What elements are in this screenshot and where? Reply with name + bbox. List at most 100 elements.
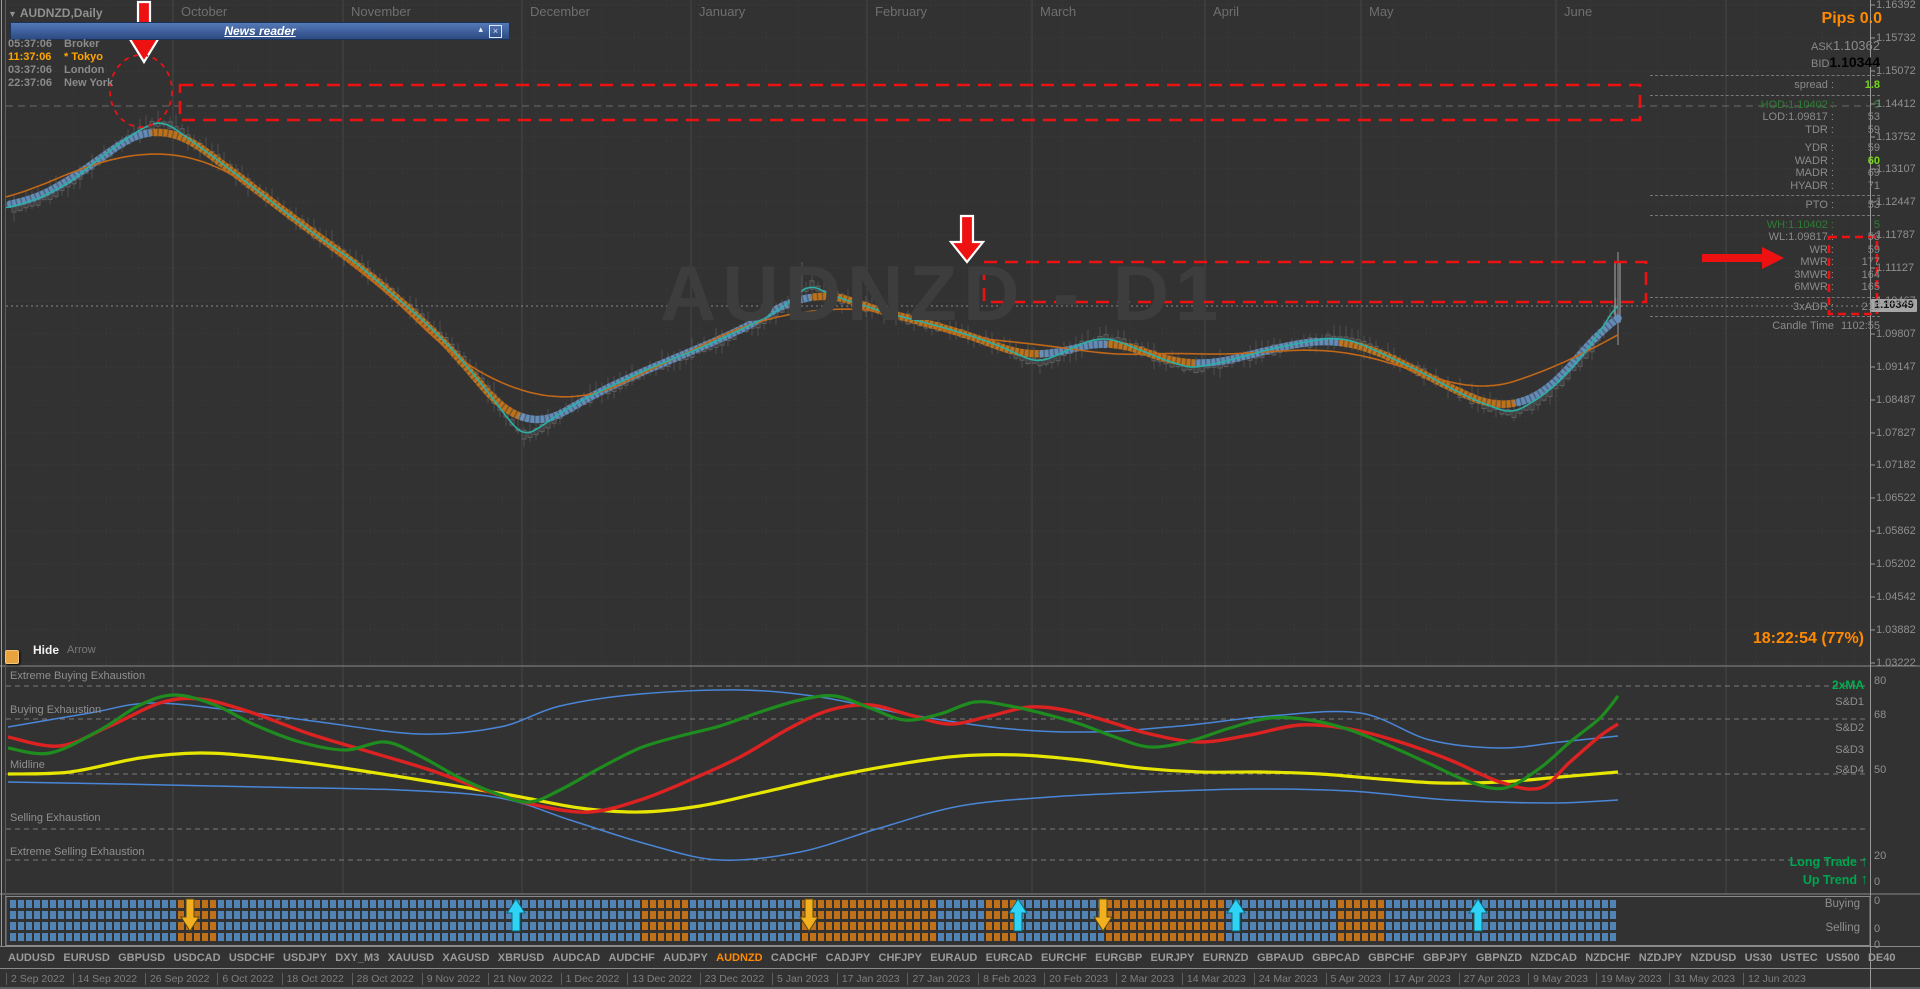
price-tick: 1.06522 xyxy=(1876,492,1916,504)
chevron-down-icon[interactable]: ▼ xyxy=(8,9,17,19)
stat-label: BID xyxy=(1811,58,1830,70)
tab-eurjpy[interactable]: EURJPY xyxy=(1150,952,1194,964)
stat-row-hod110402: HOD:1.10402 : 5 xyxy=(1650,99,1880,112)
date-label: 5 Jan 2023 xyxy=(772,973,829,985)
tab-us30[interactable]: US30 xyxy=(1745,952,1773,964)
stat-label: spread : xyxy=(1794,79,1834,91)
stats-separator xyxy=(1650,296,1880,298)
tab-gbpaud[interactable]: GBPAUD xyxy=(1257,952,1304,964)
stat-row-spread: spread : 1.8 xyxy=(1650,79,1880,92)
tab-xagusd[interactable]: XAGUSD xyxy=(442,952,489,964)
tab-audusd[interactable]: AUDUSD xyxy=(8,952,55,964)
stat-value: 53 xyxy=(1867,231,1880,243)
date-label: 8 Feb 2023 xyxy=(978,973,1036,985)
stat-value: 164 xyxy=(1861,268,1880,281)
osc-level-label: Extreme Selling Exhaustion xyxy=(10,846,145,858)
tab-us500[interactable]: US500 xyxy=(1826,952,1860,964)
clock-time: 11:37:06 xyxy=(8,51,52,63)
tab-nzdusd[interactable]: NZDUSD xyxy=(1690,952,1736,964)
tab-xauusd[interactable]: XAUUSD xyxy=(388,952,434,964)
stat-label: MWR : xyxy=(1800,256,1834,268)
tab-gbpchf[interactable]: GBPCHF xyxy=(1368,952,1414,964)
tab-eurnzd[interactable]: EURNZD xyxy=(1203,952,1249,964)
month-label-october: October xyxy=(181,4,228,19)
price-tick: 1.14412 xyxy=(1876,98,1916,110)
stat-row-wr: WR : 59 xyxy=(1650,244,1880,257)
price-tick: 1.10467 xyxy=(1876,295,1916,307)
tab-eurgbp[interactable]: EURGBP xyxy=(1095,952,1142,964)
date-label: 28 Oct 2022 xyxy=(351,973,414,985)
stat-label: TDR : xyxy=(1805,123,1834,136)
stat-value: 53 xyxy=(1867,199,1880,211)
collapse-icon[interactable]: ▴ xyxy=(478,24,483,35)
osc-level-label: Buying Exhaustion xyxy=(10,704,102,716)
price-tick: 1.05202 xyxy=(1876,558,1916,570)
price-tick: 1.03882 xyxy=(1876,624,1916,636)
month-label-may: May xyxy=(1369,4,1394,19)
stat-row-mwr: MWR : 177 xyxy=(1650,256,1880,269)
tab-gbpnzd[interactable]: GBPNZD xyxy=(1476,952,1522,964)
date-label: 5 Apr 2023 xyxy=(1325,973,1381,985)
stat-row-6mwr: 6MWR : 165 xyxy=(1650,281,1880,294)
clock-city: * Tokyo xyxy=(64,51,103,63)
stat-value: 59 xyxy=(1867,123,1880,136)
tab-cadjpy[interactable]: CADJPY xyxy=(826,952,871,964)
price-tick: 1.11127 xyxy=(1876,262,1915,274)
stat-value: 53 xyxy=(1867,111,1880,123)
tab-eurcad[interactable]: EURCAD xyxy=(986,952,1033,964)
tab-audchf[interactable]: AUDCHF xyxy=(608,952,654,964)
stat-row-candletime: Candle Time 1102:55 xyxy=(1650,320,1880,333)
tab-audjpy[interactable]: AUDJPY xyxy=(663,952,708,964)
hide-button[interactable]: Hide xyxy=(33,643,59,657)
tab-audcad[interactable]: AUDCAD xyxy=(552,952,600,964)
price-tick: 1.13107 xyxy=(1876,163,1916,175)
date-label: 18 Oct 2022 xyxy=(281,973,344,985)
tab-nzdcad[interactable]: NZDCAD xyxy=(1531,952,1577,964)
month-label-december: December xyxy=(530,4,590,19)
close-icon[interactable]: × xyxy=(489,25,502,38)
stats-separator xyxy=(1650,195,1880,196)
tab-gbpjpy[interactable]: GBPJPY xyxy=(1423,952,1468,964)
clock-row: 22:37:06 New York xyxy=(8,77,113,90)
price-tick: 1.16392 xyxy=(1876,0,1916,11)
date-label: 31 May 2023 xyxy=(1669,973,1735,985)
tab-cadchf[interactable]: CADCHF xyxy=(771,952,817,964)
price-tick: 1.04542 xyxy=(1876,591,1916,603)
chart-canvas xyxy=(0,0,1920,989)
tab-usdcad[interactable]: USDCAD xyxy=(173,952,220,964)
tab-nzdchf[interactable]: NZDCHF xyxy=(1585,952,1630,964)
clock-time: 22:37:06 xyxy=(8,77,53,89)
tab-usdjpy[interactable]: USDJPY xyxy=(283,952,327,964)
date-label: 20 Feb 2023 xyxy=(1044,973,1108,985)
news-reader-title[interactable]: News reader xyxy=(224,24,295,38)
tab-ustec[interactable]: USTEC xyxy=(1780,952,1817,964)
price-tick: 1.05862 xyxy=(1876,525,1916,537)
stat-label: YDR : xyxy=(1804,142,1834,154)
stat-row-madr: MADR : 69 xyxy=(1650,167,1881,180)
clock-row: 05:37:06 Broker xyxy=(8,38,113,51)
date-axis: 2 Sep 2022 14 Sep 2022 26 Sep 2022 6 Oct 20… xyxy=(6,971,1806,987)
osc-line-label-sd3: S&D3 xyxy=(1835,744,1864,756)
arrow-toggle-label[interactable]: Arrow xyxy=(67,644,96,656)
price-tick: 1.13752 xyxy=(1876,131,1916,143)
candle-countdown-timer: 18:22:54 (77%) xyxy=(1752,630,1864,647)
price-tick: 1.11787 xyxy=(1876,229,1915,241)
price-tick: 1.07827 xyxy=(1876,427,1916,439)
tab-gbpcad[interactable]: GBPCAD xyxy=(1312,952,1360,964)
price-tick: 1.09807 xyxy=(1876,328,1916,340)
tab-eurusd[interactable]: EURUSD xyxy=(63,952,109,964)
tab-nzdjpy[interactable]: NZDJPY xyxy=(1639,952,1682,964)
date-label: 14 Sep 2022 xyxy=(72,973,137,985)
tab-de40[interactable]: DE40 xyxy=(1868,952,1896,964)
minimized-indicator-button[interactable] xyxy=(5,650,19,664)
tab-eurchf[interactable]: EURCHF xyxy=(1041,952,1087,964)
tab-audnzd[interactable]: AUDNZD xyxy=(716,952,762,964)
date-label: 26 Sep 2022 xyxy=(144,973,210,985)
tab-gbpusd[interactable]: GBPUSD xyxy=(118,952,165,964)
tab-usdchf[interactable]: USDCHF xyxy=(229,952,275,964)
tab-dxy_m3[interactable]: DXY_M3 xyxy=(335,952,379,964)
tab-euraud[interactable]: EURAUD xyxy=(930,952,977,964)
stat-label: HOD:1.10402 : xyxy=(1760,98,1834,111)
tab-chfjpy[interactable]: CHFJPY xyxy=(879,952,922,964)
tab-xbrusd[interactable]: XBRUSD xyxy=(498,952,544,964)
